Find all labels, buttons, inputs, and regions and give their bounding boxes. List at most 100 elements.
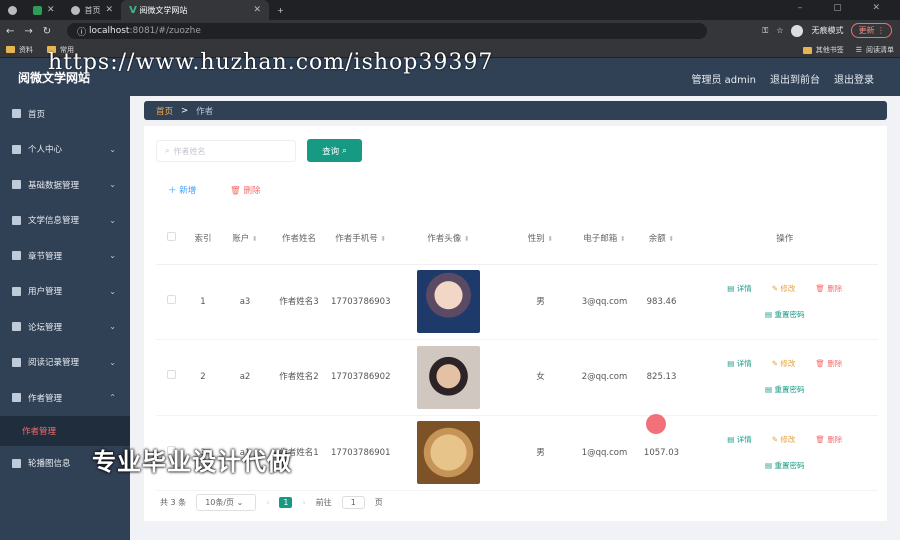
- remove-button[interactable]: 🗑 删除: [811, 278, 846, 300]
- header-account[interactable]: 账户 ⬍: [220, 214, 270, 265]
- search-placeholder: 作者姓名: [173, 146, 206, 156]
- cell-ops: ▤ 详情 ✎ 修改 🗑 删除 ▤ 重置密码: [691, 415, 878, 491]
- header-email[interactable]: 电子邮箱 ⬍: [577, 214, 632, 265]
- row-checkbox[interactable]: [156, 339, 186, 416]
- header-label: 电子邮箱: [583, 233, 618, 244]
- checkbox[interactable]: [166, 370, 176, 380]
- sidebar-item-literature[interactable]: 文学信息管理 ⌄: [0, 203, 130, 239]
- page-size-select[interactable]: 10条/页 ⌄: [196, 494, 257, 511]
- row-checkbox[interactable]: [156, 264, 186, 340]
- sidebar-subitem-author-manage[interactable]: 作者管理: [0, 415, 130, 446]
- sort-icon[interactable]: ⬍: [620, 235, 626, 243]
- tab-blank[interactable]: [0, 0, 25, 20]
- delete-button[interactable]: 🗑 删除: [230, 184, 261, 196]
- detail-button[interactable]: ▤ 详情: [723, 353, 755, 375]
- sidebar-item-reading[interactable]: 阅读记录管理 ⌄: [0, 345, 130, 381]
- logout-button[interactable]: 退出登录: [834, 71, 874, 86]
- tab-sheet[interactable]: ✕: [25, 0, 63, 20]
- url-input[interactable]: ⓘ localhost:8081/#/zuozhe: [67, 23, 708, 39]
- star-icon[interactable]: ☆: [776, 26, 783, 35]
- add-button[interactable]: ＋ 新增: [168, 184, 196, 196]
- cell-balance: 825.13: [631, 339, 692, 416]
- tab-home[interactable]: 首页 ✕: [63, 0, 122, 20]
- op-label: 重置密码: [774, 460, 805, 470]
- back-icon[interactable]: ←: [6, 26, 14, 37]
- overlay-watermark-text: 专业毕业设计代做: [92, 448, 292, 476]
- cell-index: 2: [186, 339, 220, 416]
- chevron-down-icon: ⌄: [109, 286, 116, 296]
- remove-button[interactable]: 🗑 删除: [811, 429, 846, 451]
- sidebar-item-author[interactable]: 作者管理 ⌃: [0, 380, 130, 416]
- bookmark-other[interactable]: 其他书签: [802, 45, 844, 55]
- update-button[interactable]: 更新 ⋮: [851, 23, 892, 38]
- next-page-button[interactable]: ›: [302, 498, 305, 507]
- sort-icon[interactable]: ⬍: [464, 235, 470, 243]
- current-page[interactable]: 1: [279, 497, 293, 508]
- folder-icon: [802, 46, 812, 54]
- reset-password-button[interactable]: ▤ 重置密码: [761, 379, 808, 401]
- detail-button[interactable]: ▤ 详情: [723, 278, 755, 300]
- header-checkbox[interactable]: [156, 214, 186, 265]
- reload-icon[interactable]: ↻: [43, 26, 51, 37]
- chevron-down-icon: ⌄: [109, 144, 116, 154]
- trash-icon: 🗑: [230, 186, 241, 196]
- edit-button[interactable]: ✎ 修改: [768, 353, 800, 375]
- sort-icon[interactable]: ⬍: [668, 235, 674, 243]
- sidebar-item-basedata[interactable]: 基础数据管理 ⌄: [0, 167, 130, 203]
- key-icon[interactable]: ⚿: [762, 26, 768, 36]
- delete-label: 删除: [243, 186, 261, 196]
- close-icon[interactable]: ✕: [254, 5, 262, 15]
- sidebar-item-users[interactable]: 用户管理 ⌄: [0, 274, 130, 310]
- sidebar-item-home[interactable]: 首页: [0, 96, 130, 132]
- checkbox[interactable]: [166, 294, 176, 304]
- address-bar: ← → ↻ ⓘ localhost:8081/#/zuozhe ⚿ ☆ 无痕模式…: [0, 20, 900, 42]
- search-icon: ⌕: [165, 146, 170, 155]
- bookmark-folder[interactable]: 资料: [6, 45, 33, 55]
- back-to-front-button[interactable]: 退出到前台: [770, 71, 820, 86]
- cell-ops: ▤ 详情 ✎ 修改 🗑 删除 ▤ 重置密码: [691, 339, 878, 416]
- checkbox[interactable]: [166, 231, 176, 241]
- edit-button[interactable]: ✎ 修改: [768, 278, 800, 300]
- header-phone[interactable]: 作者手机号 ⬍: [328, 214, 394, 265]
- header-gender[interactable]: 性别 ⬍: [503, 214, 578, 265]
- close-icon[interactable]: ✕: [106, 5, 114, 15]
- goto-page-input[interactable]: 1: [341, 496, 365, 509]
- book-icon: [12, 357, 21, 367]
- sort-icon[interactable]: ⬍: [252, 235, 258, 243]
- update-label: 更新: [858, 26, 875, 35]
- window-controls[interactable]: – ▢ ✕: [798, 3, 894, 13]
- cell-balance: 983.46: [631, 264, 692, 340]
- header-label: 性别: [527, 233, 545, 244]
- document-icon: [12, 251, 21, 261]
- header-balance[interactable]: 余额 ⬍: [631, 214, 692, 265]
- sidebar-item-forum[interactable]: 论坛管理 ⌄: [0, 309, 130, 345]
- author-avatar: [417, 270, 480, 334]
- op-label: 重置密码: [774, 309, 805, 319]
- tab-active[interactable]: V 阅微文学网站 ✕: [121, 0, 270, 20]
- edit-button[interactable]: ✎ 修改: [768, 429, 800, 451]
- cell-name: 作者姓名2: [270, 339, 328, 416]
- reset-password-button[interactable]: ▤ 重置密码: [761, 304, 808, 326]
- profile-label[interactable]: 无痕模式: [811, 25, 843, 36]
- sort-icon[interactable]: ⬍: [380, 235, 386, 243]
- reset-password-button[interactable]: ▤ 重置密码: [761, 455, 808, 477]
- data-icon: [12, 180, 21, 190]
- op-label: 详情: [736, 283, 752, 293]
- sidebar-item-profile[interactable]: 个人中心 ⌄: [0, 132, 130, 168]
- reading-list[interactable]: ☰ 阅读清单: [856, 45, 894, 55]
- sort-icon[interactable]: ⬍: [547, 235, 553, 243]
- header-label: 账户: [232, 233, 250, 244]
- detail-button[interactable]: ▤ 详情: [723, 429, 755, 451]
- header-label: 索引: [194, 233, 212, 244]
- close-icon[interactable]: ✕: [47, 5, 55, 15]
- search-button[interactable]: 查询 ⌕: [307, 139, 362, 162]
- header-avatar[interactable]: 作者头像 ⬍: [393, 214, 504, 265]
- breadcrumb-home[interactable]: 首页: [156, 105, 173, 117]
- prev-page-button[interactable]: ‹: [266, 498, 269, 507]
- remove-button[interactable]: 🗑 删除: [811, 353, 846, 375]
- new-tab-button[interactable]: +: [269, 0, 292, 20]
- forward-icon[interactable]: →: [24, 26, 32, 37]
- search-input[interactable]: ⌕ 作者姓名: [156, 140, 296, 162]
- sidebar-item-chapter[interactable]: 章节管理 ⌄: [0, 238, 130, 274]
- cell-email: 2@qq.com: [577, 339, 632, 416]
